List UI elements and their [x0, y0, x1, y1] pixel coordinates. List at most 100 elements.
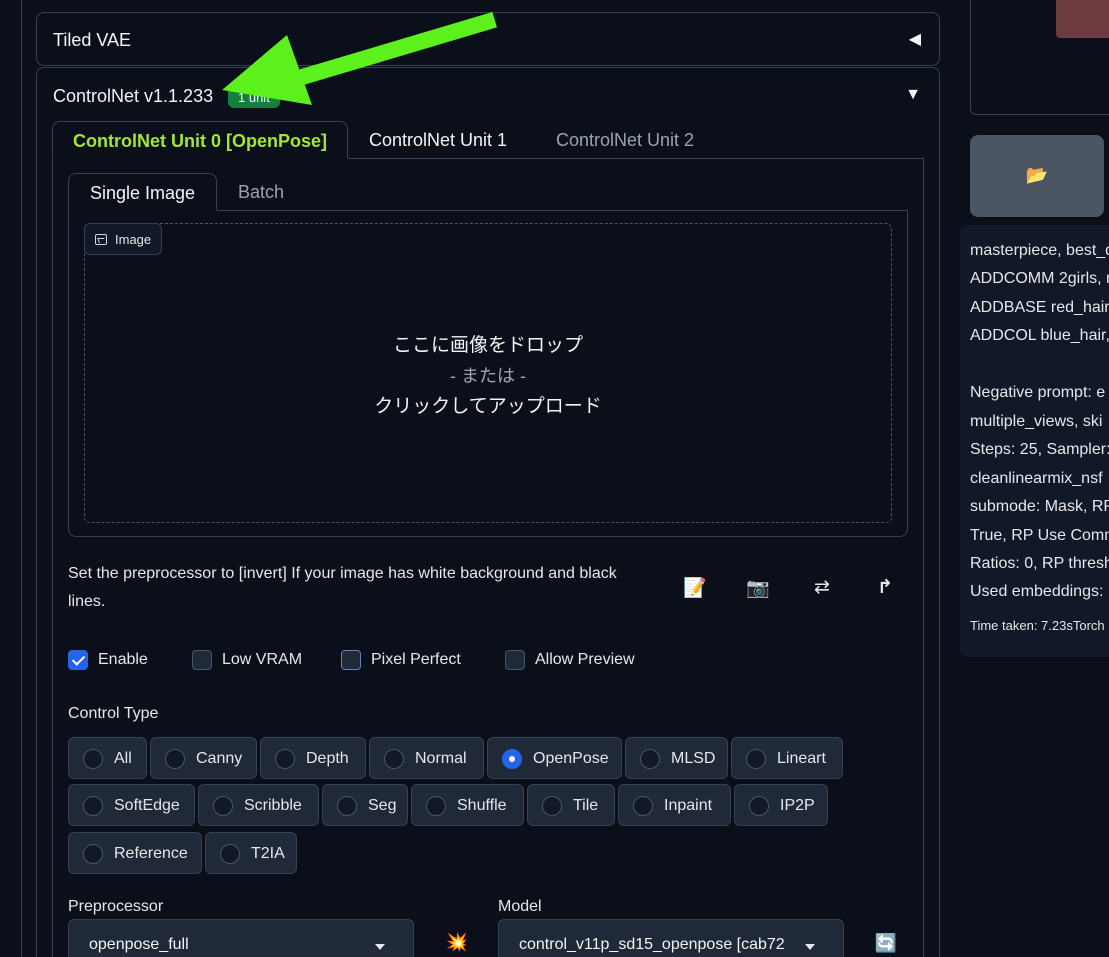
radio-icon[interactable]: [640, 749, 660, 769]
radio-selected-icon[interactable]: [502, 749, 522, 769]
control-type-openpose[interactable]: OpenPose: [487, 737, 622, 779]
image-tabs: Single Image Batch: [68, 173, 908, 211]
info-line: True, RP Use Comm: [970, 527, 1109, 544]
preprocessor-dropdown[interactable]: openpose_full: [68, 919, 414, 957]
send-dimensions-icon[interactable]: ↱: [870, 576, 900, 604]
control-type-reference[interactable]: Reference: [68, 832, 202, 874]
checkbox-icon[interactable]: [341, 650, 361, 670]
image-label: Image: [84, 223, 163, 255]
radio-label: Scribble: [244, 797, 302, 814]
radio-label: SoftEdge: [114, 797, 180, 814]
info-line: Steps: 25, Sampler:: [970, 441, 1109, 458]
radio-label: Normal: [415, 750, 467, 767]
checkbox-icon[interactable]: [192, 650, 212, 670]
radio-label: OpenPose: [533, 750, 609, 767]
control-type-t2ia[interactable]: T2IA: [205, 832, 297, 874]
radio-label: IP2P: [780, 797, 815, 814]
enable-label: Enable: [98, 651, 148, 668]
checkbox-icon[interactable]: [505, 650, 525, 670]
radio-icon[interactable]: [83, 796, 103, 816]
radio-label: Lineart: [777, 750, 826, 767]
radio-label: Shuffle: [457, 797, 507, 814]
preprocessor-label: Preprocessor: [68, 898, 164, 915]
tiled-vae-accordion[interactable]: Tiled VAE ◀: [36, 12, 940, 66]
radio-label: MLSD: [671, 750, 716, 767]
control-type-ip2p[interactable]: IP2P: [734, 784, 828, 826]
radio-label: Canny: [196, 750, 243, 767]
radio-label: Seg: [368, 797, 397, 814]
control-type-softedge[interactable]: SoftEdge: [68, 784, 195, 826]
radio-icon[interactable]: [542, 796, 562, 816]
unit-tabs: ControlNet Unit 0 [OpenPose] ControlNet …: [52, 121, 924, 159]
radio-icon[interactable]: [633, 796, 653, 816]
run-preprocessor-icon[interactable]: 💥: [442, 932, 472, 957]
model-dropdown[interactable]: control_v11p_sd15_openpose [cab72: [498, 919, 844, 957]
unit-count-badge: 1 unit: [228, 87, 280, 108]
radio-icon[interactable]: [165, 749, 185, 769]
radio-icon[interactable]: [749, 796, 769, 816]
control-type-depth[interactable]: Depth: [260, 737, 366, 779]
collapse-left-icon[interactable]: ◀: [909, 29, 921, 49]
info-line: ADDCOMM 2girls, m: [970, 270, 1109, 287]
low-vram-label: Low VRAM: [222, 651, 303, 668]
info-line: ADDBASE red_hair,: [970, 299, 1109, 316]
invert-hint-text: Set the preprocessor to [invert] If your…: [68, 565, 617, 610]
image-label-text: Image: [115, 232, 152, 247]
drop-text-line1: ここに画像をドロップ: [392, 335, 583, 356]
tab-batch[interactable]: Batch: [238, 173, 284, 211]
time-taken: Time taken: 7.23sTorch: [970, 618, 1105, 633]
control-type-seg[interactable]: Seg: [322, 784, 408, 826]
folder-icon: 📂: [1025, 165, 1049, 185]
open-folder-button[interactable]: 📂: [970, 135, 1104, 217]
info-line: masterpiece, best_q: [970, 242, 1109, 259]
tab-single-image[interactable]: Single Image: [68, 173, 217, 211]
radio-label: Depth: [306, 750, 349, 767]
pixel-perfect-label: Pixel Perfect: [371, 651, 461, 668]
radio-icon[interactable]: [337, 796, 357, 816]
output-thumbnail[interactable]: [1056, 0, 1109, 38]
info-line: Negative prompt: e: [970, 384, 1106, 401]
swap-icon[interactable]: ⇄: [807, 576, 837, 604]
radio-label: All: [114, 750, 132, 767]
drop-text-line2: - または -: [450, 366, 526, 386]
control-type-lineart[interactable]: Lineart: [731, 737, 843, 779]
control-type-scribble[interactable]: Scribble: [198, 784, 319, 826]
tab-unit-0[interactable]: ControlNet Unit 0 [OpenPose]: [52, 121, 348, 159]
control-type-shuffle[interactable]: Shuffle: [411, 784, 524, 826]
refresh-models-icon[interactable]: 🔄: [871, 933, 901, 957]
radio-icon[interactable]: [384, 749, 404, 769]
radio-icon[interactable]: [746, 749, 766, 769]
info-line: cleanlinearmix_nsf: [970, 470, 1103, 487]
info-line: ADDCOL blue_hair,: [970, 327, 1109, 344]
info-line: Used embeddings:: [970, 583, 1104, 600]
tab-unit-2[interactable]: ControlNet Unit 2: [556, 121, 694, 159]
radio-label: Reference: [114, 845, 188, 862]
radio-icon[interactable]: [426, 796, 446, 816]
radio-label: Inpaint: [664, 797, 713, 814]
info-line: submode: Mask, RP: [970, 498, 1109, 515]
tab-unit-1[interactable]: ControlNet Unit 1: [369, 121, 507, 159]
control-type-inpaint[interactable]: Inpaint: [618, 784, 731, 826]
camera-icon[interactable]: 📷: [743, 576, 773, 604]
radio-icon[interactable]: [213, 796, 233, 816]
chevron-down-icon: [375, 944, 385, 950]
control-type-normal[interactable]: Normal: [369, 737, 484, 779]
drop-text-line3: クリックしてアップロード: [374, 396, 602, 417]
allow-preview-label: Allow Preview: [535, 651, 635, 668]
info-line: multiple_views, ski: [970, 413, 1103, 430]
edit-icon[interactable]: 📝: [680, 576, 710, 604]
control-type-canny[interactable]: Canny: [150, 737, 257, 779]
info-line: Ratios: 0, RP thresh: [970, 555, 1109, 572]
radio-icon[interactable]: [83, 844, 103, 864]
expand-down-icon[interactable]: ▼: [905, 86, 921, 104]
control-type-mlsd[interactable]: MLSD: [625, 737, 728, 779]
model-label: Model: [498, 898, 542, 915]
radio-icon[interactable]: [275, 749, 295, 769]
preprocessor-value: openpose_full: [89, 936, 189, 953]
radio-icon[interactable]: [220, 844, 240, 864]
control-type-tile[interactable]: Tile: [527, 784, 615, 826]
radio-icon[interactable]: [83, 749, 103, 769]
control-type-all[interactable]: All: [68, 737, 147, 779]
controlnet-title[interactable]: ControlNet v1.1.233: [53, 86, 213, 107]
checkbox-checked-icon[interactable]: [68, 650, 88, 670]
